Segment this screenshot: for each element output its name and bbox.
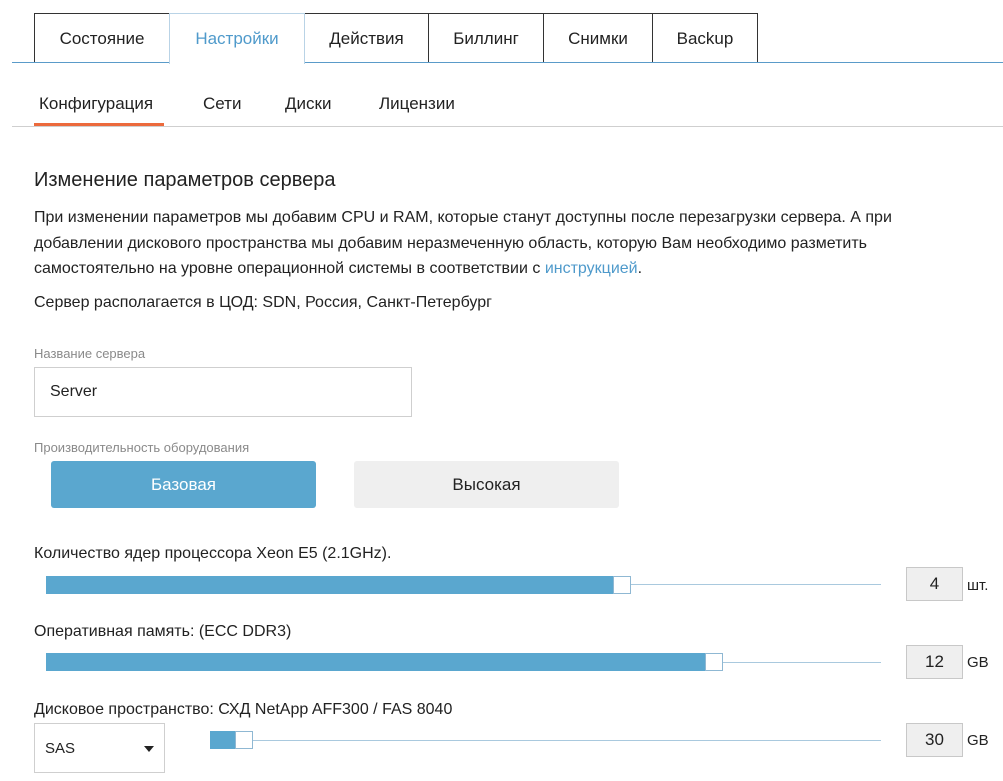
ram-slider-handle[interactable] [705,653,723,671]
disk-slider-label: Дисковое пространство: СХД NetApp AFF300… [34,701,453,718]
ram-unit-label: GB [967,654,989,671]
subtab-disks[interactable]: Диски [285,94,331,114]
subtab-licenses[interactable]: Лицензии [379,94,455,114]
server-name-label: Название сервера [34,346,146,361]
section-description: При изменении параметров мы добавим CPU … [34,205,974,282]
cpu-value-field[interactable]: 4 [906,567,963,601]
tab-backup[interactable]: Backup [652,13,758,63]
instruction-link[interactable]: инструкцией [545,260,638,277]
ram-value-field[interactable]: 12 [906,645,963,679]
cpu-slider-handle[interactable] [613,576,631,594]
description-end: . [637,260,643,277]
top-tab-divider [12,62,1003,63]
ram-slider-label: Оперативная память: (ECC DDR3) [34,623,292,640]
description-text: При изменении параметров мы добавим CPU … [34,209,892,277]
tab-snapshots[interactable]: Снимки [543,13,653,63]
top-tab-bar: Состояние Настройки Действия Биллинг Сни… [0,0,1003,64]
performance-label: Производительность оборудования [34,440,250,455]
chevron-down-icon [144,746,154,752]
sub-tab-divider [12,126,1003,127]
disk-type-value: SAS [45,739,76,757]
performance-basic-button[interactable]: Базовая [51,461,316,508]
tab-status[interactable]: Состояние [34,13,170,63]
disk-unit-label: GB [967,732,989,749]
section-title: Изменение параметров сервера [34,169,336,191]
disk-slider-handle[interactable] [235,731,253,749]
subtab-configuration[interactable]: Конфигурация [39,94,153,114]
server-location: Сервер располагается в ЦОД: SDN, Россия,… [34,294,492,311]
tab-actions[interactable]: Действия [304,13,429,63]
subtab-networks[interactable]: Сети [203,94,241,114]
disk-value-field[interactable]: 30 [906,723,963,757]
cpu-slider-fill [46,576,622,594]
sub-tab-bar: Конфигурация Сети Диски Лицензии [0,80,1003,127]
tab-settings[interactable]: Настройки [169,13,305,64]
cpu-unit-label: шт. [967,577,989,594]
server-name-input[interactable] [34,367,412,417]
ram-slider-fill [46,653,714,671]
cpu-slider-label: Количество ядер процессора Xeon E5 (2.1G… [34,545,392,562]
performance-high-button[interactable]: Высокая [354,461,619,508]
disk-type-select[interactable]: SAS [34,723,165,773]
disk-slider-track[interactable] [210,740,881,741]
tab-billing[interactable]: Биллинг [428,13,544,63]
